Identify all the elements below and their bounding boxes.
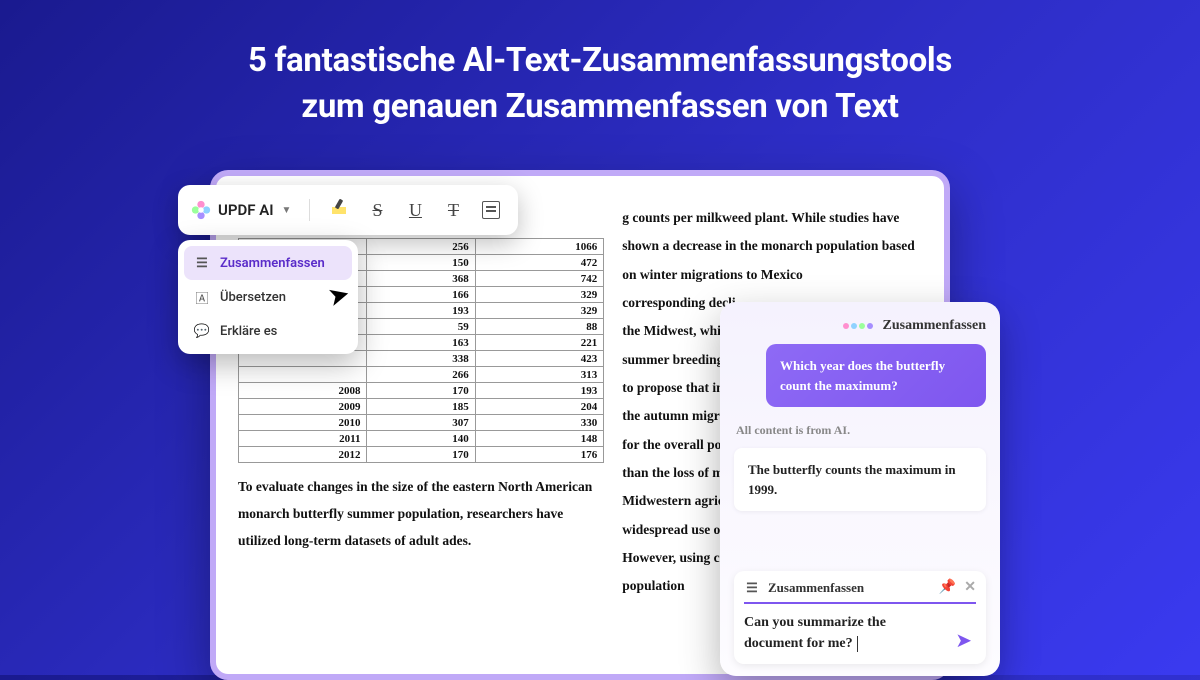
underline-icon: U xyxy=(409,200,422,221)
strikethrough-icon: S xyxy=(372,200,382,221)
table-cell: 2012 xyxy=(239,447,367,463)
underline-button[interactable]: U xyxy=(398,193,432,227)
dropdown-item-explain[interactable]: 💬 Erkläre es xyxy=(184,314,352,348)
table-cell: 2009 xyxy=(239,399,367,415)
headline-line1: 5 fantastische Al-Text-Zusammenfassungst… xyxy=(248,41,952,80)
send-button[interactable]: ➤ xyxy=(951,628,976,654)
chat-logo-dots-icon xyxy=(843,323,873,329)
table-cell: 307 xyxy=(367,415,475,431)
table-cell: 329 xyxy=(475,303,604,319)
chat-input-text: Can you summarize the document for me? xyxy=(744,615,886,651)
translate-icon: 🄰 xyxy=(194,289,210,305)
table-cell: 170 xyxy=(367,383,475,399)
headline-line2: zum genauen Zusammenfassen von Text xyxy=(301,87,898,126)
note-button[interactable] xyxy=(474,193,508,227)
highlight-button[interactable] xyxy=(322,193,356,227)
list-icon: ☰ xyxy=(194,255,210,271)
table-cell: 221 xyxy=(475,335,604,351)
chat-ai-message: The butterfly counts the maximum in 1999… xyxy=(734,448,986,511)
text-style-button[interactable]: T xyxy=(436,193,470,227)
chat-title: Zusammenfassen xyxy=(883,318,986,334)
table-cell: 204 xyxy=(475,399,604,415)
table-row: 2011140148 xyxy=(239,431,604,447)
table-row: 2012170176 xyxy=(239,447,604,463)
table-cell: 338 xyxy=(367,351,475,367)
dropdown-caret-icon: ▼ xyxy=(282,205,292,216)
chat-header: Zusammenfassen xyxy=(734,318,986,334)
dd-label-translate: Übersetzen xyxy=(220,290,286,305)
table-cell: 423 xyxy=(475,351,604,367)
brand-updf-ai[interactable]: UPDF AI ▼ xyxy=(190,199,297,221)
chat-user-message: Which year does the butterfly count the … xyxy=(766,344,986,407)
note-icon xyxy=(482,201,500,219)
table-cell: 313 xyxy=(475,367,604,383)
table-cell: 256 xyxy=(367,239,475,255)
ai-toolbar: UPDF AI ▼ S U T xyxy=(178,185,518,235)
speech-icon: 💬 xyxy=(194,323,210,339)
chat-input-area: ☰ Zusammenfassen 📌 ✕ Can you summarize t… xyxy=(734,571,986,664)
table-cell: 472 xyxy=(475,255,604,271)
table-cell: 166 xyxy=(367,287,475,303)
chat-input-header: ☰ Zusammenfassen 📌 ✕ xyxy=(744,579,976,602)
table-cell: 170 xyxy=(367,447,475,463)
doc-right-top: g counts per milkweed plant. While studi… xyxy=(622,210,914,282)
table-cell: 2010 xyxy=(239,415,367,431)
table-cell: 88 xyxy=(475,319,604,335)
text-cursor-icon xyxy=(857,636,858,652)
table-cell: 150 xyxy=(367,255,475,271)
updf-logo-icon xyxy=(190,199,212,221)
list-icon: ☰ xyxy=(744,580,760,596)
dropdown-item-summarize[interactable]: ☰ Zusammenfassen xyxy=(184,246,352,280)
dd-label-summarize: Zusammenfassen xyxy=(220,256,325,271)
chat-input-title: Zusammenfassen xyxy=(768,580,864,596)
pin-button[interactable]: 📌 xyxy=(939,579,956,596)
chat-ai-disclaimer: All content is from AI. xyxy=(736,423,986,438)
dd-label-explain: Erkläre es xyxy=(220,324,277,339)
table-cell: 330 xyxy=(475,415,604,431)
strikethrough-button[interactable]: S xyxy=(360,193,394,227)
table-cell: 266 xyxy=(367,367,475,383)
text-style-icon: T xyxy=(448,200,459,221)
table-cell: 742 xyxy=(475,271,604,287)
table-cell: 59 xyxy=(367,319,475,335)
table-cell: 185 xyxy=(367,399,475,415)
table-row: 2009185204 xyxy=(239,399,604,415)
page-headline: 5 fantastische Al-Text-Zusammenfassungst… xyxy=(0,0,1200,130)
table-cell: 2008 xyxy=(239,383,367,399)
table-row: 2010307330 xyxy=(239,415,604,431)
chat-input[interactable]: Can you summarize the document for me? xyxy=(744,612,945,654)
doc-paragraph-left: To evaluate changes in the size of the e… xyxy=(238,473,604,554)
summarize-chat-panel: Zusammenfassen Which year does the butte… xyxy=(720,302,1000,676)
table-cell: 176 xyxy=(475,447,604,463)
table-cell: 2011 xyxy=(239,431,367,447)
table-cell: 193 xyxy=(367,303,475,319)
table-cell: 368 xyxy=(367,271,475,287)
table-cell: 148 xyxy=(475,431,604,447)
table-cell: 163 xyxy=(367,335,475,351)
table-row: 266313 xyxy=(239,367,604,383)
table-row: 2008170193 xyxy=(239,383,604,399)
table-cell: 329 xyxy=(475,287,604,303)
toolbar-separator xyxy=(309,199,310,221)
brand-label: UPDF AI xyxy=(218,201,274,219)
table-cell: 193 xyxy=(475,383,604,399)
table-cell: 1066 xyxy=(475,239,604,255)
highlight-icon xyxy=(332,203,346,217)
table-cell xyxy=(239,367,367,383)
table-cell: 140 xyxy=(367,431,475,447)
close-button[interactable]: ✕ xyxy=(964,579,976,596)
